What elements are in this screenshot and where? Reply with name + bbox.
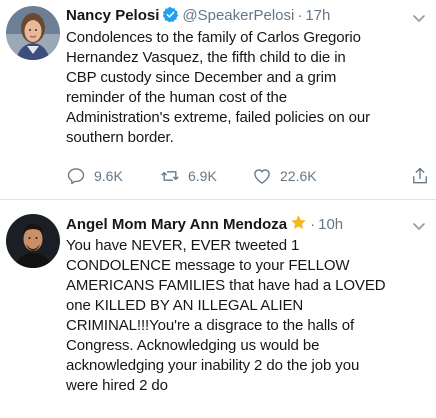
tweet-pelosi[interactable]: Nancy Pelosi @SpeakerPelosi · 17h Condolenc… xyxy=(0,0,436,200)
retweet-icon xyxy=(160,166,180,186)
reply-count: 9.6K xyxy=(94,168,123,184)
timestamp[interactable]: 17h xyxy=(305,7,330,24)
star-icon xyxy=(290,214,307,237)
author-name[interactable]: Nancy Pelosi xyxy=(66,7,159,24)
timestamp[interactable]: 10h xyxy=(318,216,343,233)
author-name[interactable]: Angel Mom Mary Ann Mendoza xyxy=(66,216,287,233)
separator-dot: · xyxy=(297,7,303,24)
chevron-down-icon[interactable] xyxy=(412,219,426,231)
retweet-button[interactable]: 6.9K xyxy=(160,166,217,186)
tweet-header: Angel Mom Mary Ann Mendoza · 10h xyxy=(66,214,343,237)
tweet-text: You have NEVER, EVER tweeted 1 CONDOLENC… xyxy=(66,237,386,394)
share-icon xyxy=(410,166,430,186)
avatar[interactable] xyxy=(6,214,60,268)
verified-badge-icon xyxy=(162,6,179,29)
share-button[interactable] xyxy=(410,166,430,186)
like-count: 22.6K xyxy=(280,168,317,184)
tweet-reply-mendoza[interactable]: Angel Mom Mary Ann Mendoza · 10h You have … xyxy=(0,200,436,418)
heart-icon xyxy=(252,166,272,186)
retweet-count: 6.9K xyxy=(188,168,217,184)
chevron-down-icon[interactable] xyxy=(412,11,426,23)
author-handle[interactable]: @SpeakerPelosi xyxy=(182,7,294,24)
avatar[interactable] xyxy=(6,6,60,60)
tweet-text: Condolences to the family of Carlos Greg… xyxy=(66,29,371,146)
like-button[interactable]: 22.6K xyxy=(252,166,317,186)
separator-dot: · xyxy=(310,216,316,233)
reply-button[interactable]: 9.6K xyxy=(66,166,123,186)
tweet-actions: 9.6K 6.9K 22.6K xyxy=(66,166,427,188)
reply-icon xyxy=(66,166,86,186)
tweet-header: Nancy Pelosi @SpeakerPelosi · 17h xyxy=(66,6,330,29)
